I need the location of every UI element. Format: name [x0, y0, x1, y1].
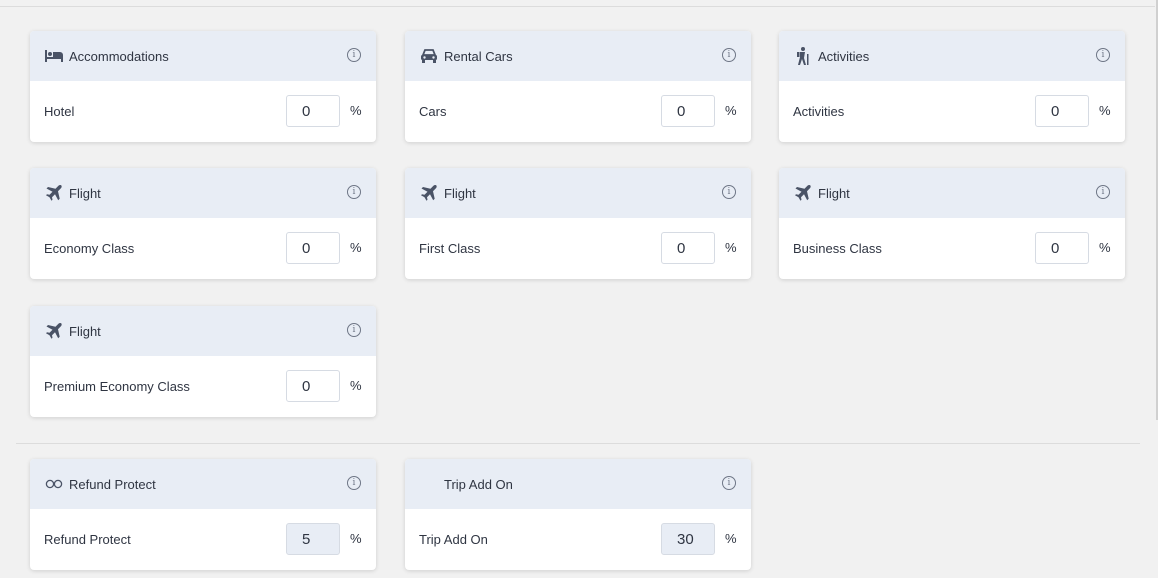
card-refund-protect: Refund Protect i Refund Protect % — [30, 459, 376, 570]
bed-icon — [44, 46, 64, 66]
card-title: Flight — [444, 185, 476, 201]
trip-add-on-percent-input[interactable] — [661, 523, 715, 555]
info-icon[interactable]: i — [722, 185, 736, 199]
card-header: Flight i — [30, 306, 376, 356]
trip-add-on-icon — [419, 474, 439, 494]
field-label: Refund Protect — [44, 532, 131, 547]
card-activities: Activities i Activities % — [779, 31, 1125, 142]
info-icon[interactable]: i — [1096, 185, 1110, 199]
field-label: Hotel — [44, 104, 75, 119]
first-class-percent-input[interactable] — [661, 232, 715, 264]
card-header: Accommodations i — [30, 31, 376, 81]
card-header: Trip Add On i — [405, 459, 751, 509]
card-header: Activities i — [779, 31, 1125, 81]
cars-percent-input[interactable] — [661, 95, 715, 127]
percent-sign: % — [350, 240, 362, 255]
card-header: Refund Protect i — [30, 459, 376, 509]
percent-sign: % — [725, 531, 737, 546]
info-icon[interactable]: i — [347, 323, 361, 337]
info-icon[interactable]: i — [1096, 48, 1110, 62]
card-flight-first: Flight i First Class % — [405, 168, 751, 279]
hotel-percent-input[interactable] — [286, 95, 340, 127]
field-label: Activities — [793, 104, 845, 119]
field-label: Business Class — [793, 241, 882, 256]
card-header: Rental Cars i — [405, 31, 751, 81]
card-title: Trip Add On — [444, 476, 513, 492]
field-label: Cars — [419, 104, 447, 119]
card-title: Accommodations — [69, 48, 169, 64]
field-label: Trip Add On — [419, 532, 488, 547]
percent-sign: % — [1099, 103, 1111, 118]
card-flight-premium-economy: Flight i Premium Economy Class % — [30, 306, 376, 417]
infinity-icon — [44, 474, 64, 494]
card-title: Flight — [69, 323, 101, 339]
info-icon[interactable]: i — [722, 48, 736, 62]
top-divider — [0, 6, 1155, 7]
plane-icon — [419, 183, 439, 203]
field-label: Premium Economy Class — [44, 379, 190, 394]
card-title: Flight — [818, 185, 850, 201]
card-title: Refund Protect — [69, 476, 156, 492]
business-percent-input[interactable] — [1035, 232, 1089, 264]
card-trip-add-on: Trip Add On i Trip Add On % — [405, 459, 751, 570]
percent-sign: % — [725, 103, 737, 118]
percent-sign: % — [350, 103, 362, 118]
card-title: Rental Cars — [444, 48, 513, 64]
card-title: Flight — [69, 185, 101, 201]
card-flight-economy: Flight i Economy Class % — [30, 168, 376, 279]
refund-protect-percent-input[interactable] — [286, 523, 340, 555]
field-label: First Class — [419, 241, 481, 256]
plane-icon — [44, 321, 64, 341]
info-icon[interactable]: i — [347, 48, 361, 62]
percent-sign: % — [725, 240, 737, 255]
economy-percent-input[interactable] — [286, 232, 340, 264]
card-header: Flight i — [779, 168, 1125, 218]
field-label: Economy Class — [44, 241, 135, 256]
hiker-icon — [793, 46, 813, 66]
card-header: Flight i — [30, 168, 376, 218]
plane-icon — [44, 183, 64, 203]
percent-sign: % — [350, 531, 362, 546]
info-icon[interactable]: i — [722, 476, 736, 490]
section-divider — [16, 443, 1140, 444]
plane-icon — [793, 183, 813, 203]
car-icon — [419, 46, 439, 66]
card-accommodations: Accommodations i Hotel % — [30, 31, 376, 142]
info-icon[interactable]: i — [347, 476, 361, 490]
card-header: Flight i — [405, 168, 751, 218]
info-icon[interactable]: i — [347, 185, 361, 199]
premium-economy-percent-input[interactable] — [286, 370, 340, 402]
card-rental-cars: Rental Cars i Cars % — [405, 31, 751, 142]
card-flight-business: Flight i Business Class % — [779, 168, 1125, 279]
percent-sign: % — [350, 378, 362, 393]
card-title: Activities — [818, 48, 870, 64]
percent-sign: % — [1099, 240, 1111, 255]
activities-percent-input[interactable] — [1035, 95, 1089, 127]
